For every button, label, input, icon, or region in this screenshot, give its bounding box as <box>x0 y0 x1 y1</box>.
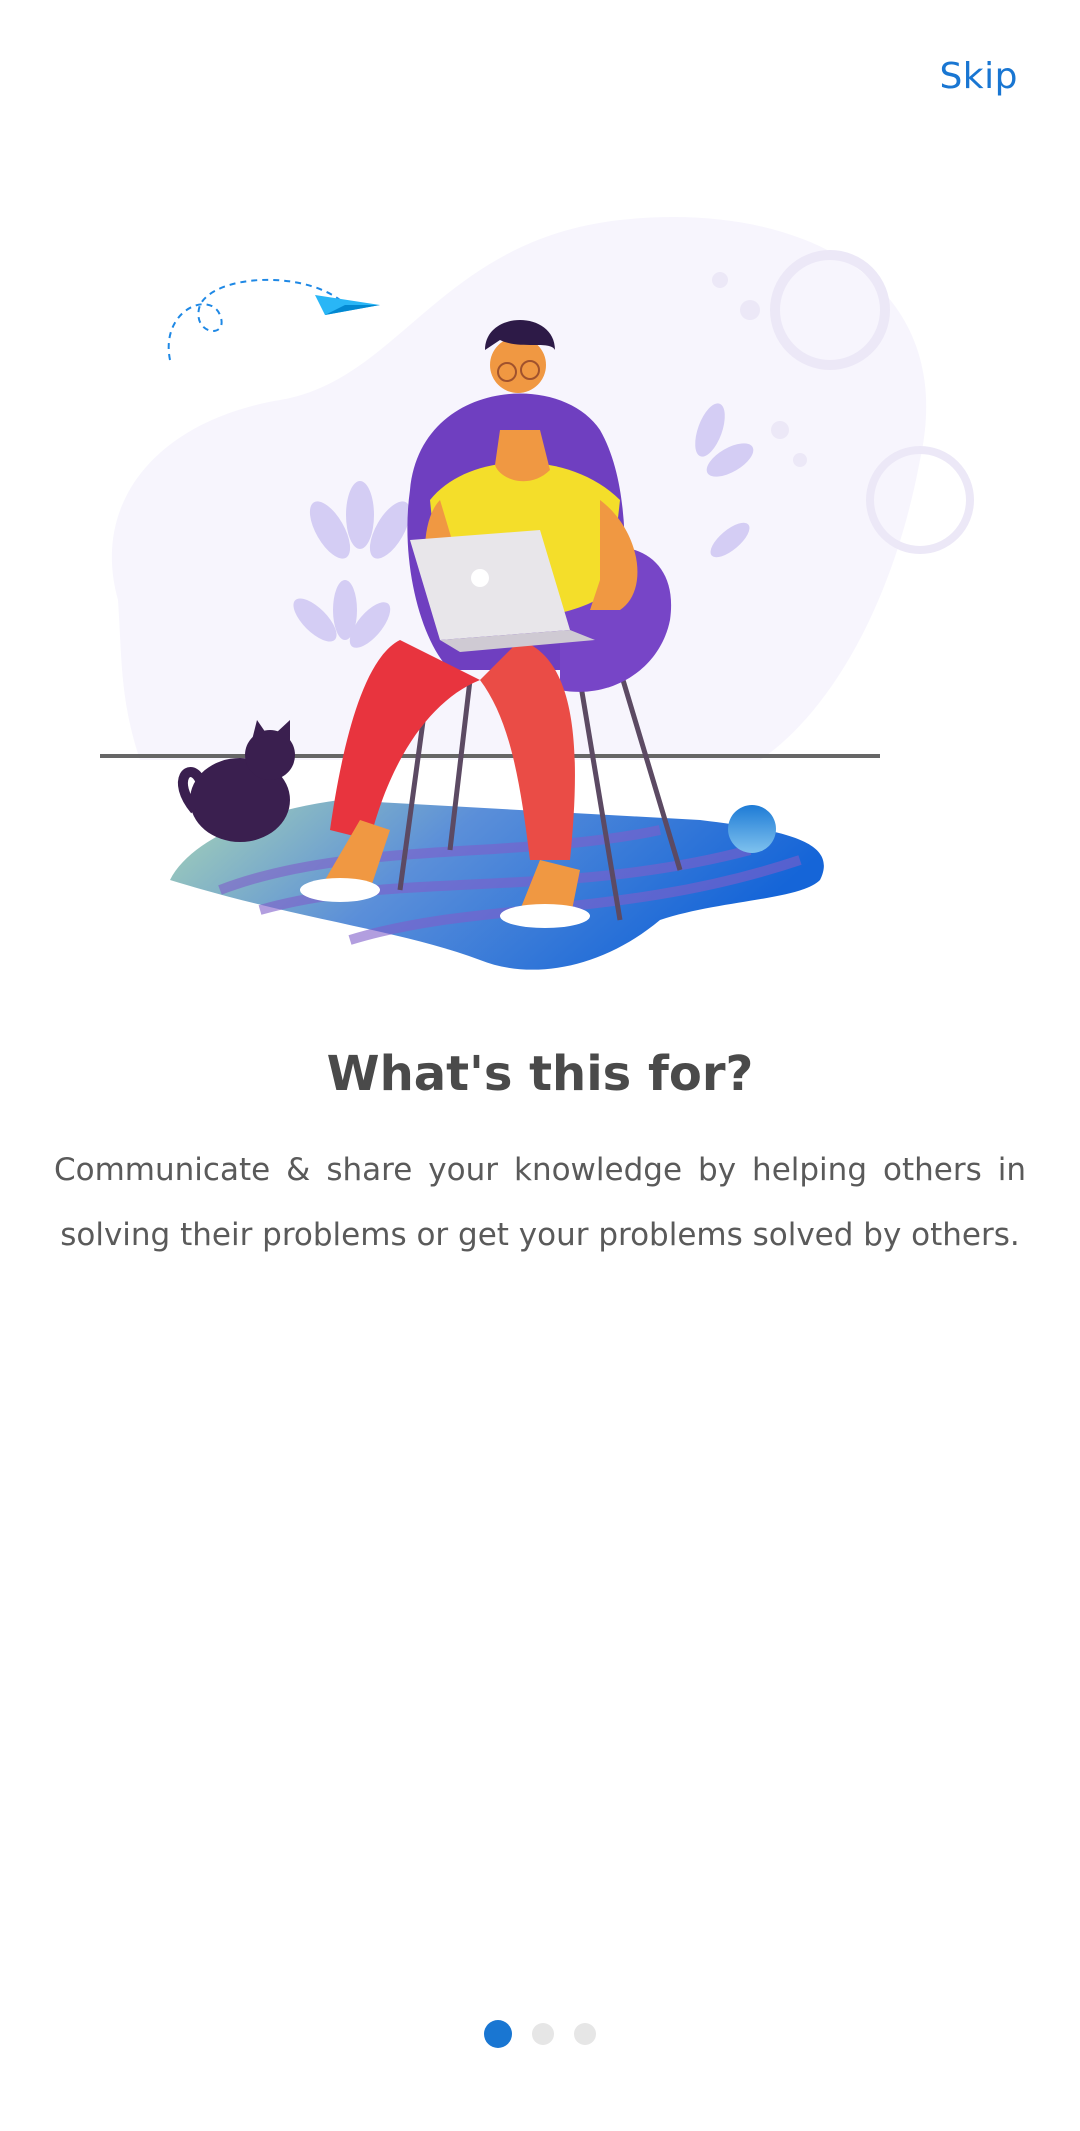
page-dot-2[interactable] <box>532 2023 554 2045</box>
page-dot-1[interactable] <box>484 2020 512 2048</box>
page-indicator <box>0 2020 1080 2048</box>
bubble-decoration <box>793 453 807 467</box>
page-dot-3[interactable] <box>574 2023 596 2045</box>
bubble-decoration <box>771 421 789 439</box>
bubble-decoration <box>740 300 760 320</box>
person-with-laptop-illustration <box>100 217 974 970</box>
dashed-trail <box>167 278 341 361</box>
yarn-ball <box>728 805 776 853</box>
page-title: What's this for? <box>326 1046 754 1102</box>
bubble-decoration <box>712 272 728 288</box>
page-description: Communicate & share your knowledge by he… <box>54 1152 1026 1253</box>
skip-button[interactable]: Skip <box>939 56 1018 97</box>
